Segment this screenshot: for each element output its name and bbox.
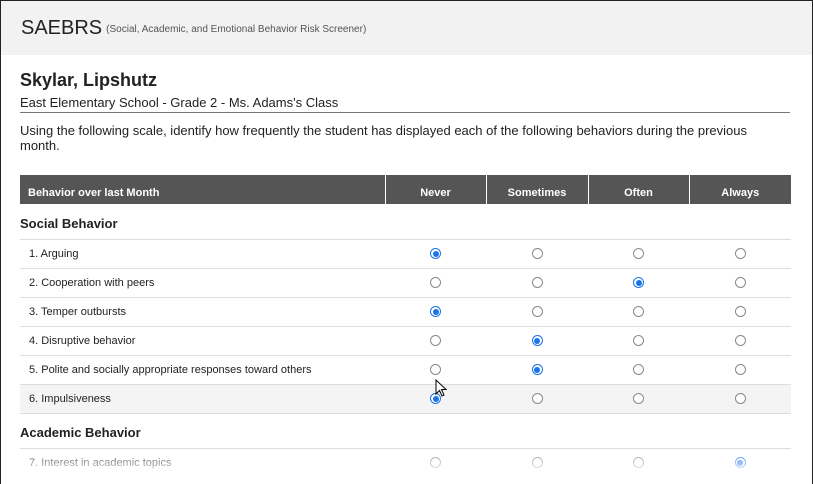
table-row: 4. Disruptive behavior bbox=[20, 326, 791, 356]
rating-cell bbox=[486, 384, 588, 414]
rating-cell bbox=[689, 326, 791, 356]
radio-often[interactable] bbox=[633, 306, 644, 318]
radio-sometimes[interactable] bbox=[531, 364, 543, 376]
rating-cell bbox=[486, 268, 588, 298]
rating-cell bbox=[486, 326, 588, 356]
section-title: Social Behavior bbox=[20, 204, 791, 240]
column-header-sometimes: Sometimes bbox=[485, 175, 588, 204]
radio-never[interactable] bbox=[430, 335, 441, 347]
table-row: 2. Cooperation with peers bbox=[20, 268, 791, 298]
radio-sometimes[interactable] bbox=[531, 248, 543, 260]
radio-often[interactable] bbox=[633, 277, 644, 289]
table-row: 6. Impulsiveness bbox=[20, 384, 791, 414]
rating-cell bbox=[588, 326, 689, 356]
rating-cell bbox=[689, 297, 791, 327]
rating-cell bbox=[588, 384, 689, 414]
rating-cell bbox=[588, 297, 689, 327]
rating-cell bbox=[385, 297, 486, 327]
app-subtitle: (Social, Academic, and Emotional Behavio… bbox=[106, 24, 367, 35]
rating-cell bbox=[486, 355, 588, 385]
rating-cell bbox=[689, 239, 791, 269]
rating-cell bbox=[689, 384, 791, 414]
column-header-never: Never bbox=[384, 175, 486, 204]
behavior-label: 4. Disruptive behavior bbox=[20, 326, 385, 356]
radio-sometimes[interactable] bbox=[531, 277, 543, 289]
radio-sometimes[interactable] bbox=[531, 335, 543, 347]
section-header: Social Behavior bbox=[20, 204, 791, 240]
column-header-always: Always bbox=[688, 175, 791, 204]
radio-always[interactable] bbox=[734, 277, 746, 289]
behavior-label: 1. Arguing bbox=[20, 239, 385, 269]
rating-cell bbox=[385, 268, 486, 298]
table-row: 5. Polite and socially appropriate respo… bbox=[20, 355, 791, 385]
rating-cell bbox=[385, 239, 486, 269]
radio-never[interactable] bbox=[430, 248, 441, 260]
behavior-label: 5. Polite and socially appropriate respo… bbox=[20, 355, 385, 385]
column-header-often: Often bbox=[587, 175, 689, 204]
section-title: Academic Behavior bbox=[20, 413, 791, 449]
behavior-label: 2. Cooperation with peers bbox=[20, 268, 385, 298]
rating-cell bbox=[486, 239, 588, 269]
radio-never[interactable] bbox=[430, 277, 441, 289]
rating-cell bbox=[689, 355, 791, 385]
radio-sometimes[interactable] bbox=[531, 306, 543, 318]
student-school: East Elementary School - Grade 2 - Ms. A… bbox=[20, 95, 790, 113]
rating-cell bbox=[385, 326, 486, 356]
radio-often[interactable] bbox=[633, 248, 644, 260]
behavior-table: Behavior over last Month Never Sometimes Of… bbox=[20, 175, 791, 484]
radio-often[interactable] bbox=[633, 393, 644, 405]
app-window: SAEBRS (Social, Academic, and Emotional … bbox=[0, 0, 813, 484]
rating-cell bbox=[588, 268, 689, 298]
radio-always[interactable] bbox=[734, 393, 746, 405]
table-row: 3. Temper outbursts bbox=[20, 297, 791, 327]
student-name: Skylar, Lipshutz bbox=[20, 70, 158, 90]
rating-cell bbox=[486, 297, 588, 327]
radio-always[interactable] bbox=[734, 335, 746, 347]
behavior-label: 6. Impulsiveness bbox=[20, 384, 385, 414]
bottom-fade bbox=[1, 456, 812, 484]
radio-sometimes[interactable] bbox=[531, 393, 543, 405]
radio-never[interactable] bbox=[430, 364, 441, 376]
app-title: SAEBRS bbox=[21, 16, 103, 39]
mouse-cursor-icon bbox=[435, 379, 447, 397]
rating-cell bbox=[689, 268, 791, 298]
section-header: Academic Behavior bbox=[20, 413, 791, 449]
instructions: Using the following scale, identify how … bbox=[20, 123, 747, 153]
radio-always[interactable] bbox=[734, 248, 746, 260]
radio-always[interactable] bbox=[734, 306, 746, 318]
radio-never[interactable] bbox=[430, 306, 441, 318]
column-header-behavior: Behavior over last Month bbox=[20, 175, 385, 204]
table-row: 1. Arguing bbox=[20, 239, 791, 269]
rating-cell bbox=[588, 239, 689, 269]
radio-always[interactable] bbox=[734, 364, 746, 376]
radio-often[interactable] bbox=[633, 364, 644, 376]
behavior-label: 3. Temper outbursts bbox=[20, 297, 385, 327]
rating-cell bbox=[588, 355, 689, 385]
radio-often[interactable] bbox=[633, 335, 644, 347]
app-header: SAEBRS (Social, Academic, and Emotional … bbox=[1, 1, 812, 55]
